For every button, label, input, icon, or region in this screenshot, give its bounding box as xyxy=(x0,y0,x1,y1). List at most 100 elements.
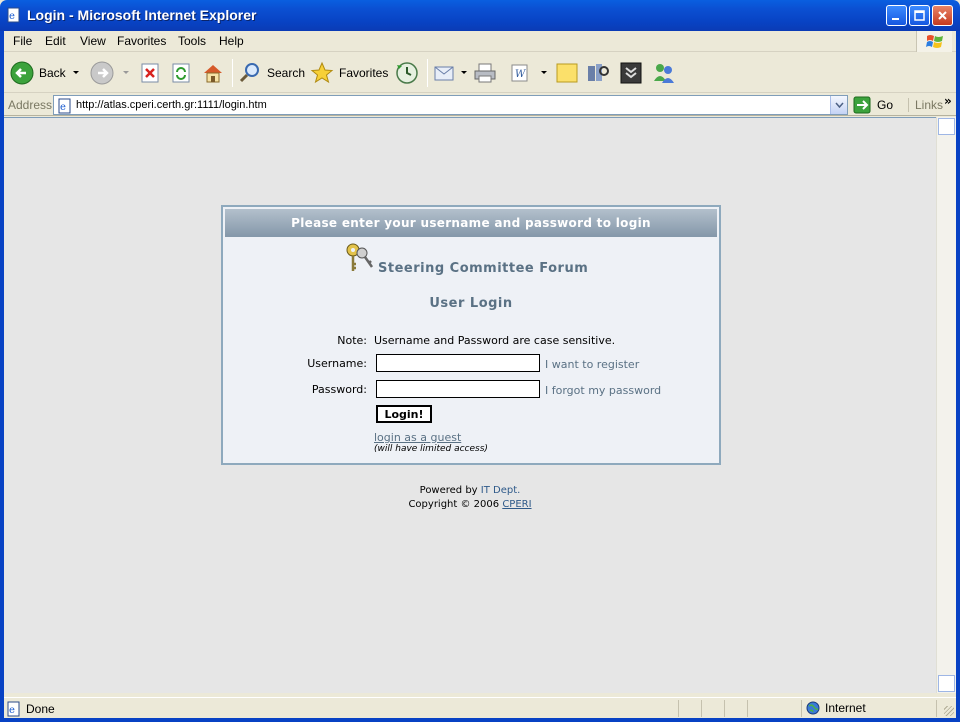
menu-file[interactable]: File xyxy=(13,34,32,48)
menu-tools[interactable]: Tools xyxy=(178,34,206,48)
mail-button[interactable] xyxy=(433,59,457,87)
address-field[interactable]: e http://atlas.cperi.certh.gr:1111/login… xyxy=(53,95,848,115)
mail-dropdown-icon[interactable] xyxy=(461,71,467,74)
maximize-button[interactable] xyxy=(909,5,930,26)
page-viewport: Please enter your username and password … xyxy=(4,117,936,693)
favorites-label: Favorites xyxy=(339,66,389,80)
mail-icon xyxy=(434,66,454,81)
status-done: e Done xyxy=(6,701,55,717)
svg-text:e: e xyxy=(9,705,15,716)
note-label: Note: xyxy=(337,334,367,347)
forward-dropdown-icon[interactable] xyxy=(123,71,129,74)
home-icon xyxy=(204,65,222,83)
password-input[interactable] xyxy=(376,380,540,398)
search-button[interactable]: Search xyxy=(238,59,305,87)
menu-edit[interactable]: Edit xyxy=(45,34,66,48)
menu-favorites[interactable]: Favorites xyxy=(117,34,166,48)
menu-view[interactable]: View xyxy=(80,34,106,48)
windows-logo-icon xyxy=(916,31,952,52)
password-label: Password: xyxy=(311,383,367,396)
ie-page-icon: e xyxy=(6,7,22,23)
status-text: Done xyxy=(26,702,55,716)
copyright-line: Copyright © 2006 CPERI xyxy=(4,498,936,512)
messenger-button[interactable] xyxy=(652,59,676,87)
window-frame-right xyxy=(956,31,960,722)
media-icon xyxy=(620,62,642,84)
edit-word-button[interactable]: W xyxy=(509,59,531,87)
resize-grip[interactable] xyxy=(944,706,954,716)
minimize-button[interactable] xyxy=(886,5,907,26)
go-arrow-icon xyxy=(853,96,871,114)
login-panel: Please enter your username and password … xyxy=(221,205,721,465)
page-icon: e xyxy=(58,98,71,114)
guest-note: (will have limited access) xyxy=(374,444,488,454)
status-pane xyxy=(747,700,748,717)
favorites-button[interactable]: Favorites xyxy=(310,59,388,87)
home-button[interactable] xyxy=(201,59,225,87)
search-icon xyxy=(239,63,259,83)
back-dropdown-icon[interactable] xyxy=(73,71,79,74)
powered-by-text: Powered by xyxy=(419,485,478,496)
address-url: http://atlas.cperi.certh.gr:1111/login.h… xyxy=(76,99,267,111)
menu-help[interactable]: Help xyxy=(219,34,244,48)
it-dept-link[interactable]: IT Dept. xyxy=(481,485,521,496)
window-frame-bottom xyxy=(0,718,960,722)
go-button[interactable]: Go xyxy=(853,96,893,114)
star-icon xyxy=(310,61,334,84)
links-label[interactable]: Links xyxy=(908,98,943,112)
address-label: Address xyxy=(8,98,53,112)
back-label: Back xyxy=(39,66,66,80)
word-icon: W xyxy=(511,64,528,82)
refresh-icon xyxy=(172,63,190,83)
back-button[interactable]: Back xyxy=(10,59,66,87)
svg-text:e: e xyxy=(9,11,15,22)
research-icon xyxy=(588,64,609,81)
chevron-down-icon xyxy=(835,102,844,108)
history-button[interactable] xyxy=(395,59,419,87)
scroll-down-button[interactable] xyxy=(938,675,955,692)
chevron-right-icon[interactable]: » xyxy=(944,94,952,108)
status-pane xyxy=(724,700,725,717)
address-dropdown-button[interactable] xyxy=(830,96,847,114)
stop-button[interactable] xyxy=(139,59,161,87)
cperi-link[interactable]: CPERI xyxy=(502,499,531,510)
status-pane xyxy=(936,700,937,717)
username-label: Username: xyxy=(307,357,367,370)
forward-button[interactable] xyxy=(90,59,114,87)
vertical-scrollbar[interactable] xyxy=(936,117,956,693)
login-panel-header: Please enter your username and password … xyxy=(225,209,717,237)
refresh-button[interactable] xyxy=(170,59,192,87)
register-link[interactable]: I want to register xyxy=(545,358,639,371)
media-button[interactable] xyxy=(619,59,643,87)
status-pane xyxy=(701,700,702,717)
login-button[interactable]: Login! xyxy=(376,405,432,423)
user-login-heading: User Login xyxy=(429,296,513,311)
go-label: Go xyxy=(877,98,894,112)
forgot-password-link[interactable]: I forgot my password xyxy=(545,384,661,397)
ie-window: e Login - Microsoft Internet Explorer Fi… xyxy=(0,0,960,722)
history-icon xyxy=(396,62,418,84)
menu-bar: File Edit View Favorites Tools Help xyxy=(4,31,956,52)
scroll-up-button[interactable] xyxy=(938,118,955,135)
stop-icon xyxy=(141,63,159,83)
messenger-icon xyxy=(654,64,674,83)
guest-login-link[interactable]: login as a guest xyxy=(374,431,461,444)
security-zone[interactable]: Internet xyxy=(806,701,866,715)
print-button[interactable] xyxy=(473,59,497,87)
globe-icon xyxy=(806,701,820,715)
title-bar[interactable]: e Login - Microsoft Internet Explorer xyxy=(0,0,960,31)
note-text: Username and Password are case sensitive… xyxy=(374,334,616,347)
toolbar-separator xyxy=(232,59,233,87)
window-title: Login - Microsoft Internet Explorer xyxy=(27,7,257,23)
status-pane xyxy=(678,700,679,717)
username-input[interactable] xyxy=(376,354,540,372)
discuss-button[interactable] xyxy=(555,59,579,87)
zone-label: Internet xyxy=(825,701,866,715)
standard-toolbar: Back Search Favorites W xyxy=(4,53,956,93)
close-button[interactable] xyxy=(932,5,953,26)
research-button[interactable] xyxy=(586,59,610,87)
edit-dropdown-icon[interactable] xyxy=(541,71,547,74)
powered-by-line: Powered by IT Dept. xyxy=(4,484,936,498)
forum-title: Steering Committee Forum xyxy=(378,261,589,276)
search-label: Search xyxy=(267,66,306,80)
